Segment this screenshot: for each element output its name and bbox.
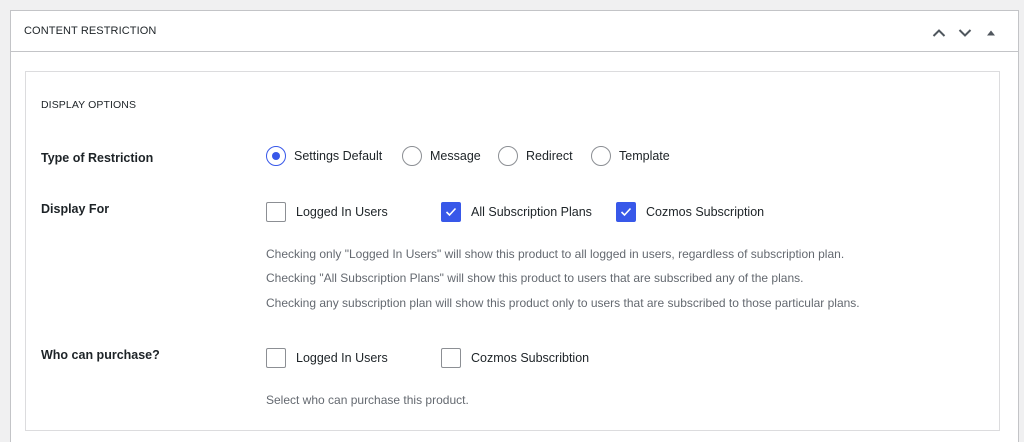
radio-message[interactable]: Message [402,146,481,166]
radio-template[interactable]: Template [591,146,670,166]
checkbox[interactable] [441,202,461,222]
chevron-up-icon [932,29,946,37]
checkbox-label: Logged In Users [296,205,388,219]
metabox-title: CONTENT RESTRICTION [24,25,157,37]
radio-label: Redirect [526,149,573,163]
move-up-button[interactable] [926,23,952,43]
checkbox-all-subscription-plans[interactable]: All Subscription Plans [441,202,592,222]
type-of-restriction-label: Type of Restriction [41,151,154,165]
metabox-header-actions [926,23,1004,43]
checkbox-label: Cozmos Subscribtion [471,351,590,365]
checkbox-purchase-cozmos-subscribtion[interactable]: Cozmos Subscribtion [441,348,589,368]
radio-button[interactable] [266,146,286,166]
triangle-up-icon [987,30,995,36]
checkbox[interactable] [616,202,636,222]
checkbox-cozmos-subscription[interactable]: Cozmos Subscription [616,202,764,222]
checkbox-label: Logged In Users [296,351,388,365]
display-for-help-1: Checking only "Logged In Users" will sho… [266,247,845,261]
radio-label: Message [430,149,481,163]
radio-settings-default[interactable]: Settings Default [266,146,382,166]
who-can-purchase-help: Select who can purchase this product. [266,393,469,407]
checkmark-icon [445,207,457,217]
content-restriction-metabox: CONTENT RESTRICTION DISPLAY OPTIONS Type… [10,10,1019,442]
radio-button[interactable] [591,146,611,166]
radio-button[interactable] [498,146,518,166]
radio-button[interactable] [402,146,422,166]
checkbox[interactable] [441,348,461,368]
who-can-purchase-label: Who can purchase? [41,348,160,362]
display-for-label: Display For [41,202,110,216]
display-for-help-3: Checking any subscription plan will show… [266,296,860,310]
display-options-panel: DISPLAY OPTIONS Type of Restriction Sett… [25,71,1000,431]
checkbox-purchase-logged-in-users[interactable]: Logged In Users [266,348,388,368]
toggle-panel-button[interactable] [978,23,1004,43]
checkbox-label: Cozmos Subscription [646,205,765,219]
checkbox-logged-in-users[interactable]: Logged In Users [266,202,388,222]
move-down-button[interactable] [952,23,978,43]
metabox-header: CONTENT RESTRICTION [11,11,1018,52]
section-title: DISPLAY OPTIONS [41,99,137,111]
chevron-down-icon [958,29,972,37]
radio-redirect[interactable]: Redirect [498,146,573,166]
checkbox[interactable] [266,348,286,368]
checkmark-icon [620,207,632,217]
radio-label: Settings Default [294,149,383,163]
checkbox-label: All Subscription Plans [471,205,592,219]
display-for-help-2: Checking "All Subscription Plans" will s… [266,271,804,285]
checkbox[interactable] [266,202,286,222]
radio-label: Template [619,149,670,163]
